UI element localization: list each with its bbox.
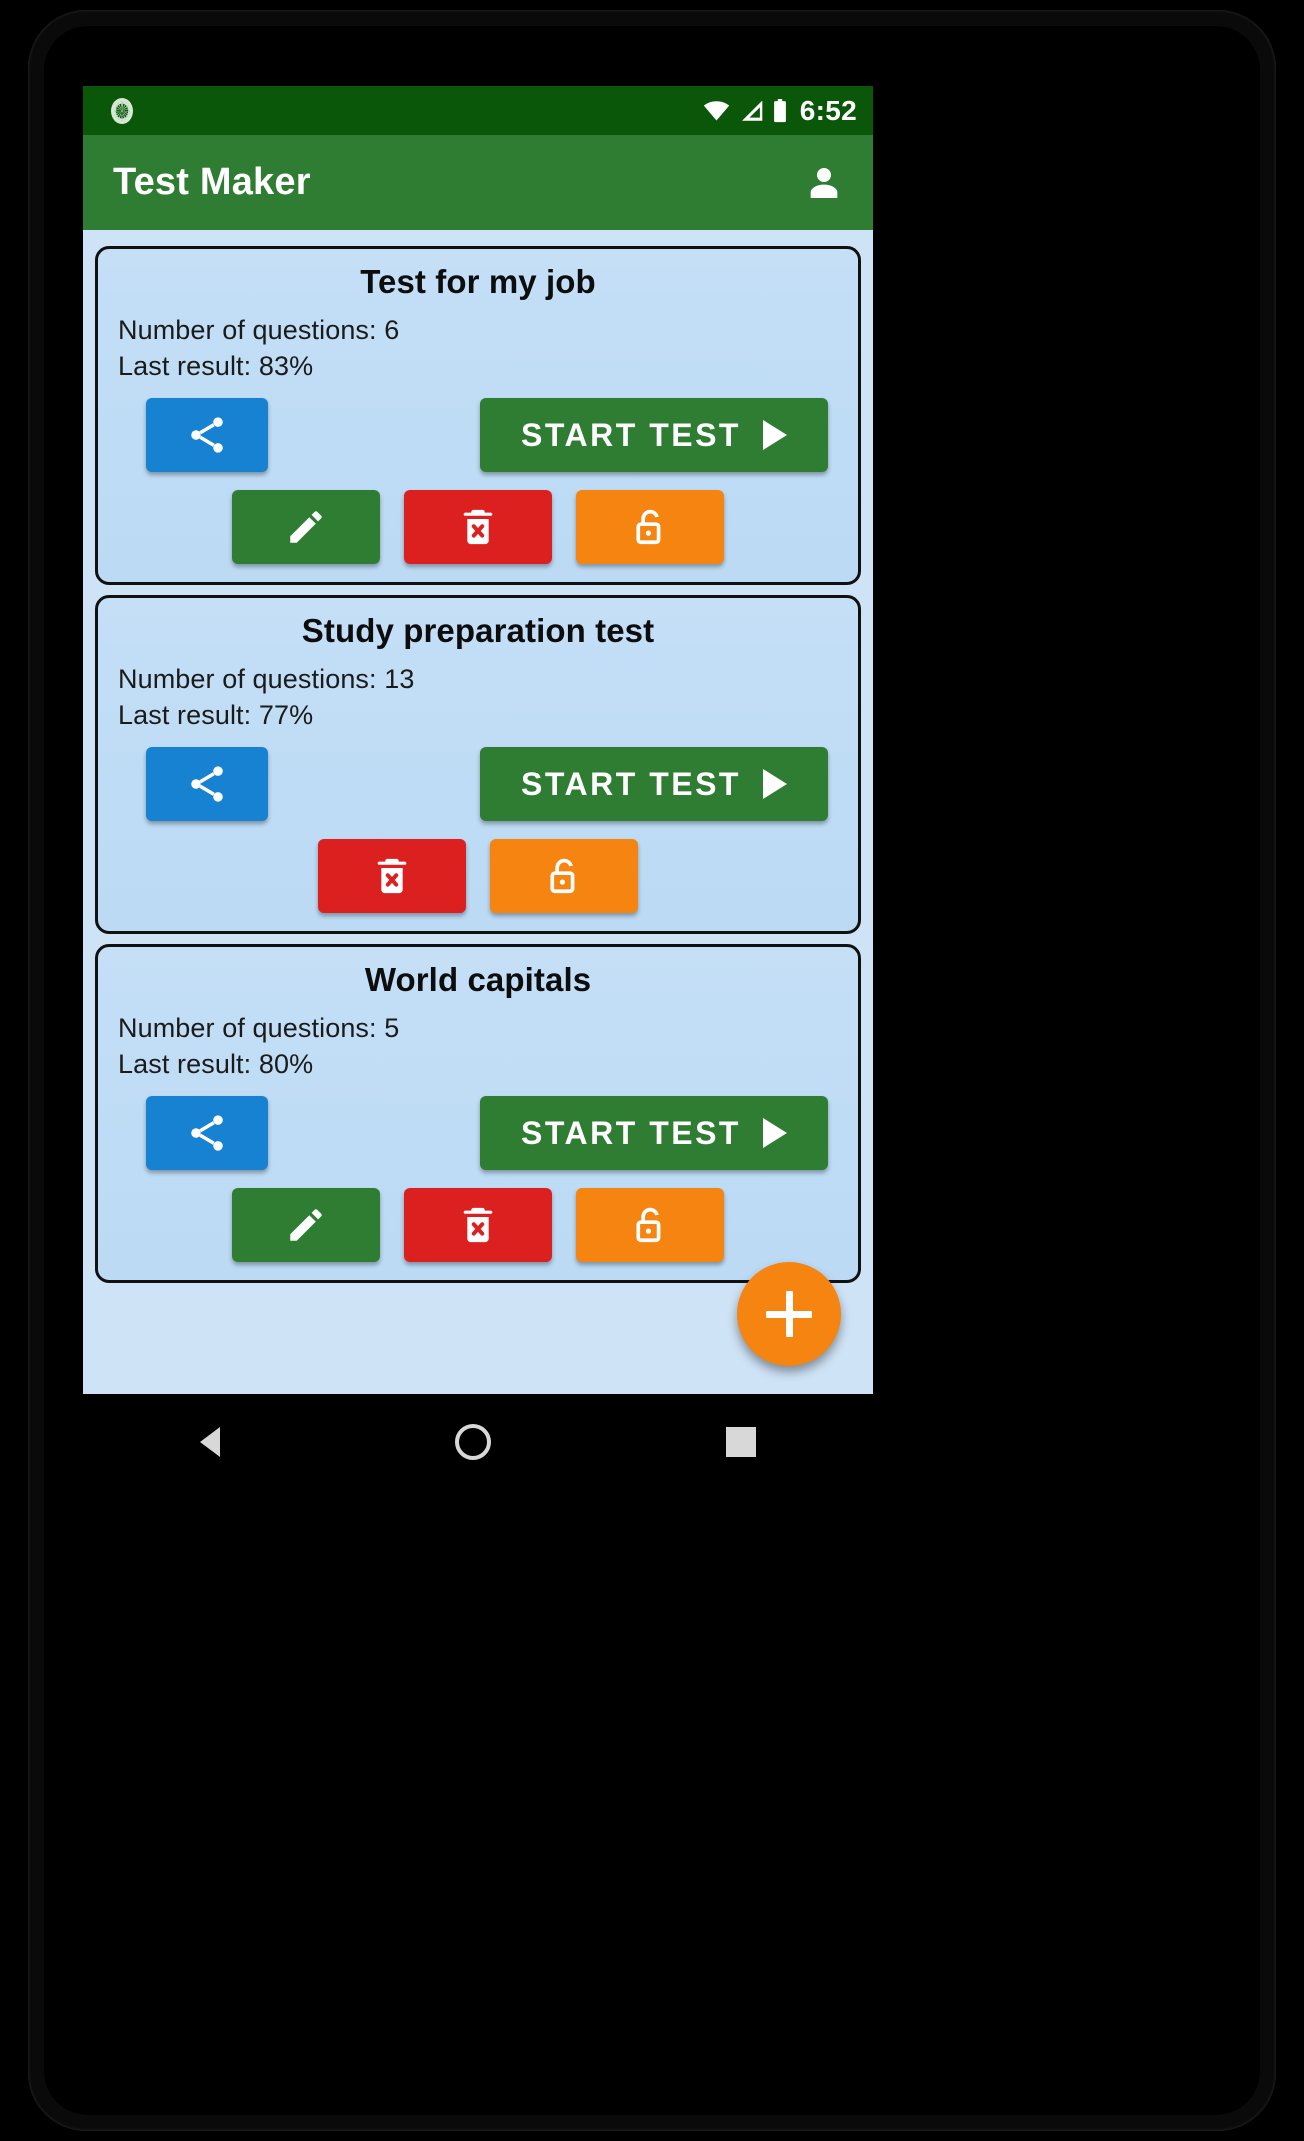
test-title: Test for my job <box>360 263 596 300</box>
start-test-label: START TEST <box>521 1114 741 1151</box>
edit-button[interactable] <box>232 490 380 564</box>
device-frame: 6:52 Test Maker Test for my job Number o… <box>0 0 1304 2141</box>
share-icon <box>191 417 223 453</box>
back-triangle-icon[interactable] <box>200 1427 221 1457</box>
share-button[interactable] <box>146 398 268 472</box>
delete-button[interactable] <box>318 839 466 913</box>
plus-icon-vertical <box>785 1291 793 1337</box>
play-icon <box>762 420 787 450</box>
question-count: Number of questions: 5 <box>118 1013 400 1043</box>
share-button[interactable] <box>146 747 268 821</box>
phone-screen: 6:52 Test Maker Test for my job Number o… <box>83 86 873 1394</box>
share-button[interactable] <box>146 1096 268 1170</box>
edit-icon <box>290 511 322 543</box>
last-result: Last result: 77% <box>118 700 314 730</box>
battery-icon <box>773 98 786 122</box>
start-test-button[interactable]: START TEST <box>480 1096 828 1170</box>
secondary-action-row <box>116 490 840 564</box>
unlock-button[interactable] <box>490 839 638 913</box>
status-bar-clock: 6:52 <box>799 94 857 126</box>
secondary-action-row <box>116 839 840 913</box>
android-nav-bar <box>83 1394 873 1490</box>
app-bar: Test Maker <box>83 135 873 230</box>
test-title: Study preparation test <box>301 612 655 649</box>
account-button[interactable] <box>797 156 851 210</box>
delete-icon <box>463 1207 493 1243</box>
unlock-icon <box>636 509 661 545</box>
start-test-button[interactable]: START TEST <box>480 747 828 821</box>
unlock-button[interactable] <box>576 490 724 564</box>
test-title: World capitals <box>364 961 592 998</box>
last-result: Last result: 80% <box>118 1049 314 1079</box>
secondary-action-row <box>116 1188 840 1262</box>
test-card[interactable]: Test for my job Number of questions: 6 L… <box>95 246 861 585</box>
delete-icon <box>463 509 493 545</box>
status-bar-left <box>109 97 703 125</box>
unlock-icon <box>550 858 575 894</box>
add-test-fab[interactable] <box>737 1262 841 1366</box>
cell-signal-icon <box>741 100 763 121</box>
edit-button[interactable] <box>232 1188 380 1262</box>
unlock-icon <box>636 1207 661 1243</box>
wifi-icon <box>703 100 729 120</box>
start-test-label: START TEST <box>521 416 741 453</box>
page-title: Test Maker <box>113 161 311 203</box>
play-icon <box>762 769 787 799</box>
start-test-label: START TEST <box>521 765 741 802</box>
play-icon <box>762 1118 787 1148</box>
start-test-button[interactable]: START TEST <box>480 398 828 472</box>
status-bar-right: 6:52 <box>703 95 857 127</box>
status-bar: 6:52 <box>83 86 873 135</box>
primary-action-row: START TEST <box>116 1096 840 1170</box>
question-count: Number of questions: 6 <box>118 315 400 345</box>
primary-action-row: START TEST <box>116 747 840 821</box>
test-card[interactable]: World capitals Number of questions: 5 La… <box>95 944 861 1283</box>
share-icon <box>191 766 223 802</box>
primary-action-row: START TEST <box>116 398 840 472</box>
test-card[interactable]: Study preparation test Number of questio… <box>95 595 861 934</box>
share-icon <box>191 1115 223 1151</box>
question-count: Number of questions: 13 <box>118 664 415 694</box>
last-result: Last result: 83% <box>118 351 314 381</box>
person-icon <box>810 167 838 198</box>
app-notification-icon <box>109 97 135 125</box>
delete-button[interactable] <box>404 490 552 564</box>
delete-button[interactable] <box>404 1188 552 1262</box>
recents-square-icon[interactable] <box>725 1427 756 1457</box>
edit-icon <box>290 1209 322 1241</box>
unlock-button[interactable] <box>576 1188 724 1262</box>
home-circle-icon[interactable] <box>454 1424 491 1460</box>
test-list: Test for my job Number of questions: 6 L… <box>83 230 873 1394</box>
delete-icon <box>377 858 407 894</box>
